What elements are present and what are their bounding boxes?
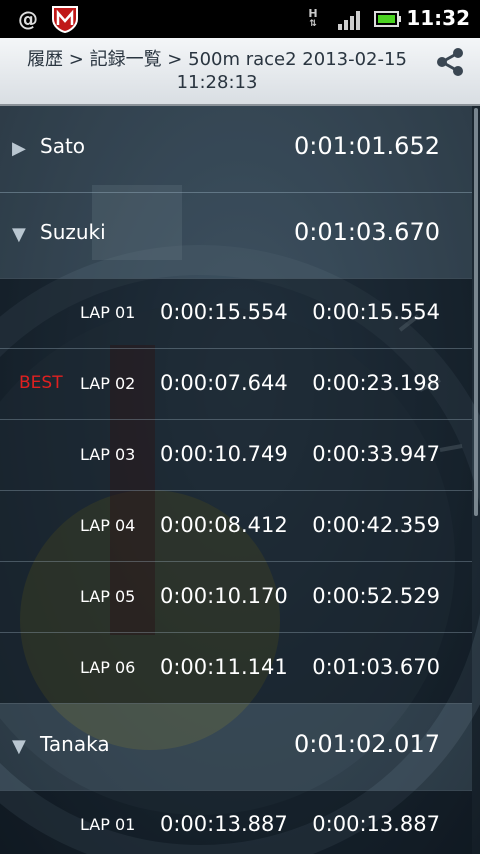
lap-number: LAP 01 (80, 815, 136, 834)
lap-row: BEST LAP 02 0:00:07.644 0:00:23.198 (0, 349, 472, 420)
lap-number: LAP 04 (80, 516, 136, 535)
lap-row: LAP 03 0:00:10.749 0:00:33.947 (0, 420, 472, 491)
race-record-list: ▶ Sato 0:01:01.652 ▼ Suzuki 0:01:03.670 … (0, 106, 480, 854)
lap-cumulative-time: 0:00:42.359 (312, 513, 440, 537)
racer-name: Sato (40, 134, 86, 158)
collapse-arrow-icon: ▼ (12, 736, 26, 757)
lap-split-time: 0:00:13.887 (160, 812, 288, 836)
signal-icon (338, 5, 364, 33)
lap-row: LAP 01 0:00:13.887 0:00:13.887 (0, 790, 472, 854)
battery-icon (374, 5, 402, 33)
lap-cumulative-time: 0:00:33.947 (312, 442, 440, 466)
racer-row-sato[interactable]: ▶ Sato 0:01:01.652 (0, 106, 472, 193)
lap-cumulative-time: 0:00:52.529 (312, 584, 440, 608)
collapse-arrow-icon: ▼ (12, 224, 26, 245)
lap-row: LAP 05 0:00:10.170 0:00:52.529 (0, 562, 472, 633)
hsdpa-icon: H ⇅ (308, 7, 318, 29)
lap-number: LAP 06 (80, 658, 136, 677)
racer-total-time: 0:01:02.017 (294, 730, 440, 758)
lap-number: LAP 01 (80, 303, 136, 322)
best-badge: BEST (19, 373, 63, 393)
racer-name: Suzuki (40, 220, 106, 244)
at-icon: @ (18, 7, 38, 31)
lap-row: LAP 01 0:00:15.554 0:00:15.554 (0, 278, 472, 349)
share-icon[interactable] (432, 44, 468, 80)
expand-arrow-icon: ▶ (12, 138, 26, 159)
lap-cumulative-time: 0:00:23.198 (312, 371, 440, 395)
status-clock: 11:32 (406, 6, 470, 30)
lap-split-time: 0:00:10.170 (160, 584, 288, 608)
lap-number: LAP 05 (80, 587, 136, 606)
lap-cumulative-time: 0:00:15.554 (312, 300, 440, 324)
lap-row: LAP 06 0:00:11.141 0:01:03.670 (0, 633, 472, 704)
mcafee-icon (50, 5, 80, 33)
racer-row-suzuki[interactable]: ▼ Suzuki 0:01:03.670 (0, 192, 472, 279)
lap-cumulative-time: 0:00:13.887 (312, 812, 440, 836)
header-bar: 履歴 > 記録一覧 > 500m race2 2013-02-15 11:28:… (0, 38, 480, 106)
lap-number: LAP 02 (80, 374, 136, 393)
list-scrollbar[interactable] (474, 108, 478, 516)
lap-split-time: 0:00:08.412 (160, 513, 288, 537)
racer-row-tanaka[interactable]: ▼ Tanaka 0:01:02.017 (0, 704, 472, 791)
lap-split-time: 0:00:07.644 (160, 371, 288, 395)
lap-split-time: 0:00:10.749 (160, 442, 288, 466)
lap-row: LAP 04 0:00:08.412 0:00:42.359 (0, 491, 472, 562)
lap-split-time: 0:00:11.141 (160, 655, 288, 679)
racer-total-time: 0:01:01.652 (294, 132, 440, 160)
status-bar: @ H ⇅ 11:32 (0, 0, 480, 38)
breadcrumb: 履歴 > 記録一覧 > 500m race2 2013-02-15 11:28:… (27, 49, 407, 93)
racer-total-time: 0:01:03.670 (294, 218, 440, 246)
racer-name: Tanaka (40, 732, 110, 756)
lap-split-time: 0:00:15.554 (160, 300, 288, 324)
lap-number: LAP 03 (80, 445, 136, 464)
lap-cumulative-time: 0:01:03.670 (312, 655, 440, 679)
